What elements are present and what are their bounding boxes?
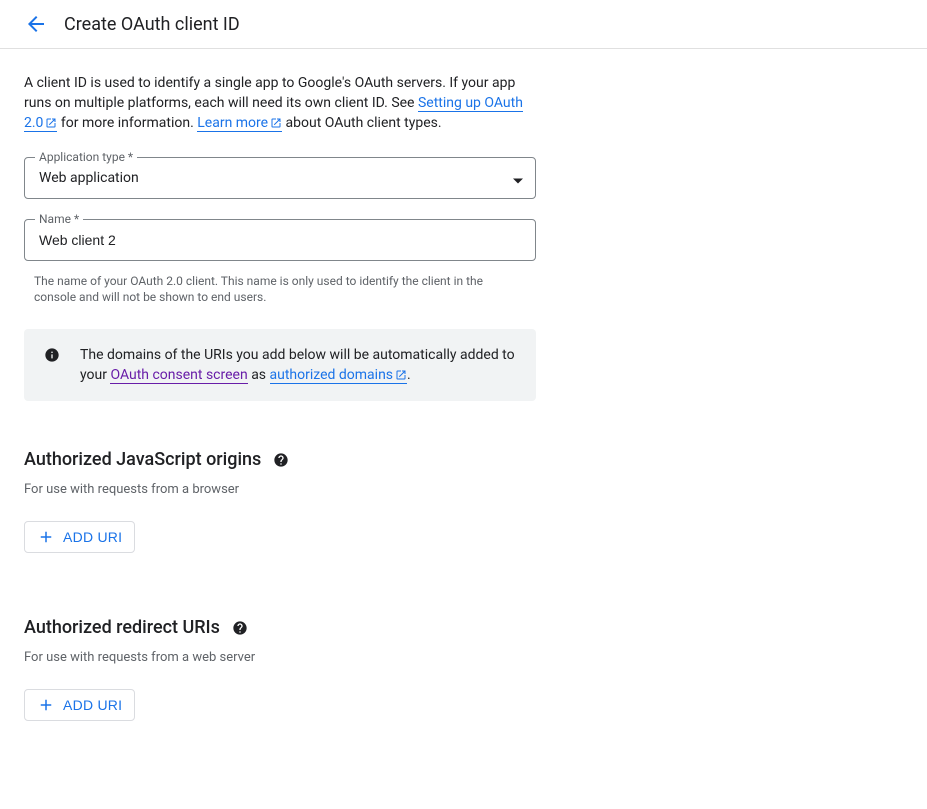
main-content: A client ID is used to identify a single… bbox=[0, 49, 560, 809]
add-redirect-uri-button[interactable]: ADD URI bbox=[24, 689, 135, 721]
application-type-select[interactable]: Web application bbox=[25, 158, 535, 198]
name-helper-text: The name of your OAuth 2.0 client. This … bbox=[24, 269, 536, 305]
add-js-origin-uri-button[interactable]: ADD URI bbox=[24, 521, 135, 553]
intro-text-2: for more information. bbox=[57, 115, 197, 131]
intro-text-3: about OAuth client types. bbox=[282, 115, 441, 131]
page-header: Create OAuth client ID bbox=[0, 0, 927, 49]
arrow-left-icon bbox=[24, 12, 48, 36]
intro-paragraph: A client ID is used to identify a single… bbox=[24, 73, 536, 133]
name-label: Name * bbox=[35, 212, 83, 226]
info-text-2: as bbox=[248, 367, 270, 383]
plus-icon bbox=[37, 528, 55, 546]
external-link-icon bbox=[45, 117, 57, 129]
redirect-uris-subtitle: For use with requests from a web server bbox=[24, 650, 536, 665]
info-text: The domains of the URIs you add below wi… bbox=[80, 345, 516, 385]
redirect-uris-section: Authorized redirect URIs For use with re… bbox=[24, 617, 536, 721]
authorized-domains-link[interactable]: authorized domains bbox=[270, 367, 408, 384]
help-icon[interactable] bbox=[273, 452, 289, 468]
back-arrow-button[interactable] bbox=[24, 12, 48, 36]
application-type-label: Application type * bbox=[35, 150, 137, 164]
js-origins-title: Authorized JavaScript origins bbox=[24, 449, 261, 470]
application-type-field: Application type * Web application bbox=[24, 157, 536, 199]
page-title: Create OAuth client ID bbox=[64, 14, 240, 35]
learn-more-link[interactable]: Learn more bbox=[197, 115, 282, 132]
add-uri-label: ADD URI bbox=[63, 697, 122, 713]
name-input[interactable] bbox=[25, 220, 535, 260]
info-text-3: . bbox=[407, 367, 411, 383]
info-banner: The domains of the URIs you add below wi… bbox=[24, 329, 536, 401]
add-uri-label: ADD URI bbox=[63, 529, 122, 545]
oauth-consent-link[interactable]: OAuth consent screen bbox=[110, 367, 247, 384]
info-icon bbox=[44, 347, 60, 363]
external-link-icon bbox=[395, 369, 407, 381]
js-origins-subtitle: For use with requests from a browser bbox=[24, 482, 536, 497]
help-icon[interactable] bbox=[232, 620, 248, 636]
external-link-icon bbox=[270, 117, 282, 129]
plus-icon bbox=[37, 696, 55, 714]
redirect-uris-title: Authorized redirect URIs bbox=[24, 617, 220, 638]
name-field: Name * bbox=[24, 219, 536, 261]
js-origins-section: Authorized JavaScript origins For use wi… bbox=[24, 449, 536, 553]
